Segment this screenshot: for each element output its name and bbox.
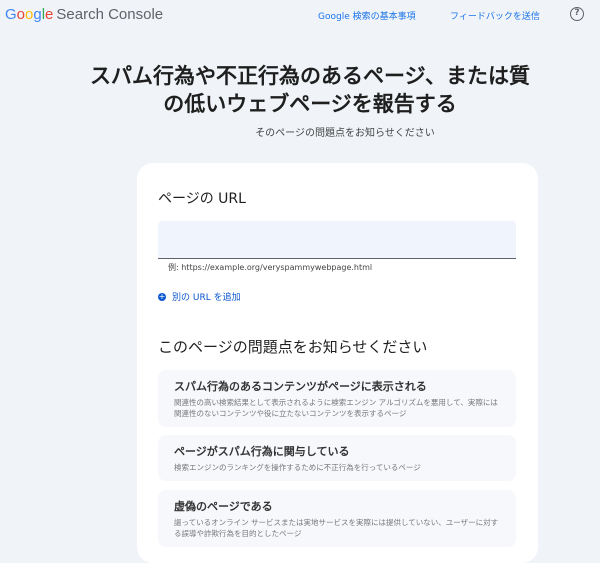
option-title: 虚偽のページである xyxy=(174,500,273,513)
page-title: スパム行為や不正行為のあるページ、または質の低いウェブページを報告する xyxy=(90,64,530,116)
url-input[interactable] xyxy=(158,221,516,259)
option-description: 検索エンジンのランキングを操作するために不正行為を行っているページ xyxy=(174,463,421,472)
option-title: スパム行為のあるコンテンツがページに表示される xyxy=(174,380,427,393)
issue-option-deceptive[interactable]: 虚偽のページである 謳っているオンライン サービスまたは実地サービスを実際には提… xyxy=(158,490,516,547)
url-hint: 例: https://example.org/veryspammywebpage… xyxy=(168,263,373,272)
url-label: ページの URL xyxy=(158,191,246,207)
option-description: 関連性の高い検索結果として表示されるように検索エンジン アルゴリズムを悪用して、… xyxy=(174,398,498,418)
add-url-label: 別の URL を追加 xyxy=(172,293,241,303)
issues-heading: このページの問題点をお知らせください xyxy=(158,338,428,356)
search-console-logo[interactable]: Google Search Console xyxy=(5,6,163,23)
feedback-link[interactable]: フィードバックを送信 xyxy=(450,9,540,22)
plus-circle-icon: + xyxy=(158,291,166,301)
help-icon[interactable]: ? xyxy=(570,7,584,21)
issue-option-spam-content[interactable]: スパム行為のあるコンテンツがページに表示される 関連性の高い検索結果として表示さ… xyxy=(158,370,516,427)
top-bar: Google Search Console Google 検索の基本事項 フィード… xyxy=(0,0,600,30)
google-logo-text: Google xyxy=(5,6,54,23)
product-name: Search Console xyxy=(56,6,164,23)
report-form-card: ページの URL 例: https://example.org/veryspam… xyxy=(137,163,538,563)
search-basics-link[interactable]: Google 検索の基本事項 xyxy=(318,9,416,22)
issue-option-spam-involved[interactable]: ページがスパム行為に関与している 検索エンジンのランキングを操作するために不正行… xyxy=(158,435,516,481)
option-description: 謳っているオンライン サービスまたは実地サービスを実際には提供していない、ユーザ… xyxy=(174,518,499,538)
add-url-button[interactable]: + 別の URL を追加 xyxy=(158,290,241,303)
page-subtitle: そのページの問題点をお知らせください xyxy=(255,128,435,139)
option-title: ページがスパム行為に関与している xyxy=(174,445,350,458)
